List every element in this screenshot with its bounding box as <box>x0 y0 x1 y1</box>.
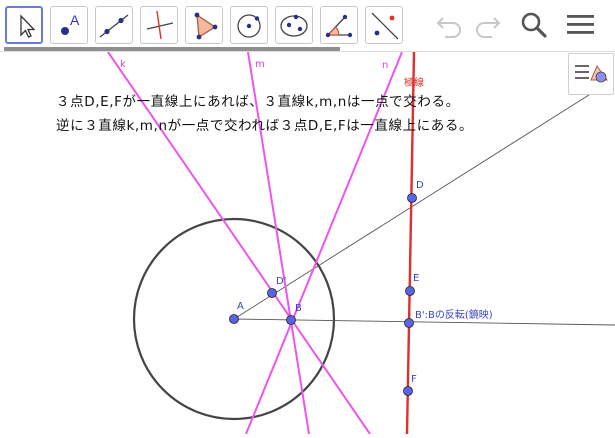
angle-tool-button[interactable] <box>320 6 358 44</box>
search-button[interactable] <box>517 8 551 42</box>
undo-button[interactable] <box>433 8 467 42</box>
point-F-label: F <box>411 374 417 385</box>
undo-icon <box>436 17 461 38</box>
point-D-prime[interactable] <box>267 288 277 298</box>
point-B[interactable] <box>286 315 296 325</box>
reflect-tool-button[interactable] <box>365 6 403 44</box>
point-F[interactable] <box>403 386 413 396</box>
perpendicular-line-icon <box>146 10 174 40</box>
point-B-label: B <box>295 303 302 314</box>
angle-icon <box>325 14 353 38</box>
redo-button[interactable] <box>470 8 504 42</box>
cursor-arrow-icon <box>20 14 36 38</box>
theorem-text-line-2: 逆に３直線k,m,nが一点で交われば３点D,E,Fは一直線上にある。 <box>56 118 474 134</box>
point-D[interactable] <box>407 193 417 203</box>
circle-center-point-icon <box>237 14 261 38</box>
main-menu-button[interactable] <box>564 8 598 42</box>
circle-tool-button[interactable] <box>230 6 268 44</box>
line-through-points-icon <box>99 14 129 38</box>
point-A-label: A <box>237 301 244 312</box>
line-n-label: n <box>382 60 388 71</box>
point-E[interactable] <box>405 286 415 296</box>
graphics-view[interactable]: k m n 極線 D E F A B D' B':Bの反転(鏡映) ３点D,E,… <box>0 51 615 435</box>
theorem-text-line-1: ３点D,E,Fが一直線上にあれば、３直線k,m,nは一点で交わる。 <box>56 94 460 110</box>
move-tool-button[interactable] <box>5 6 43 44</box>
ellipse-icon <box>280 14 308 37</box>
conic-tool-button[interactable] <box>275 6 313 44</box>
point-tool-letter: A <box>70 12 80 28</box>
perpendicular-line-tool-button[interactable] <box>140 6 178 44</box>
point-D-prime-label: D' <box>276 276 286 287</box>
point-E-label: E <box>413 273 419 284</box>
polar-line-label: 極線 <box>404 76 424 89</box>
point-icon: A <box>61 12 80 35</box>
polygon-icon <box>194 12 218 40</box>
point-D-label: D <box>416 180 424 191</box>
search-icon <box>521 12 547 38</box>
reflect-about-line-icon <box>371 12 399 40</box>
point-B-prime[interactable] <box>404 318 414 328</box>
point-A[interactable] <box>229 314 239 324</box>
hamburger-menu-icon <box>567 15 594 34</box>
point-tool-button[interactable]: A <box>50 6 88 44</box>
toolbar: A <box>0 0 615 52</box>
line-m-label: m <box>255 59 265 70</box>
line-tool-button[interactable] <box>95 6 133 44</box>
redo-icon <box>476 17 501 38</box>
line-k-label: k <box>120 59 126 70</box>
polygon-tool-button[interactable] <box>185 6 223 44</box>
style-bar-toggle[interactable] <box>568 53 614 95</box>
style-bar-icon <box>575 64 608 83</box>
point-B-prime-label: B':Bの反転(鏡映) <box>415 308 493 321</box>
